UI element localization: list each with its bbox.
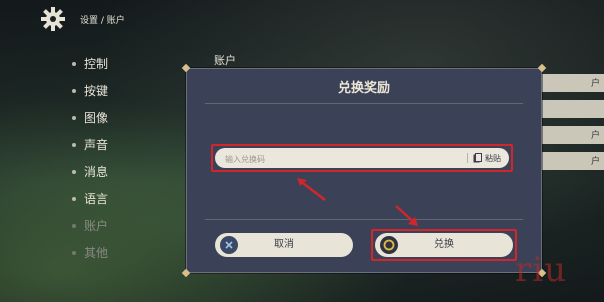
sidebar-item-messages[interactable]: 消息 bbox=[72, 158, 152, 185]
sidebar-item-language[interactable]: 语言 bbox=[72, 185, 152, 212]
bullet-icon bbox=[72, 196, 76, 201]
account-option-button[interactable]: 户 bbox=[538, 126, 604, 144]
bullet-icon bbox=[72, 250, 76, 255]
bullet-icon bbox=[72, 88, 76, 93]
sidebar-item-label: 消息 bbox=[84, 165, 109, 179]
sidebar-item-label: 控制 bbox=[84, 57, 109, 71]
bullet-icon bbox=[72, 142, 76, 147]
cancel-label: 取消 bbox=[274, 239, 294, 250]
button-highlight-box bbox=[371, 229, 517, 261]
header: 设置 / 账户 bbox=[40, 6, 125, 32]
bullet-icon bbox=[72, 115, 76, 120]
arrow-icon bbox=[297, 178, 326, 201]
sidebar-item-label: 其他 bbox=[84, 246, 109, 260]
account-option-button[interactable] bbox=[538, 100, 604, 118]
sidebar-item-audio[interactable]: 声音 bbox=[72, 131, 152, 158]
bullet-icon bbox=[72, 169, 76, 174]
sidebar-item-graphics[interactable]: 图像 bbox=[72, 104, 152, 131]
sidebar-item-label: 账户 bbox=[84, 219, 109, 233]
sidebar-item-keys[interactable]: 按键 bbox=[72, 77, 152, 104]
dialog-title: 兑换奖励 bbox=[337, 81, 390, 96]
divider bbox=[205, 103, 523, 104]
bullet-icon bbox=[72, 223, 76, 228]
breadcrumb: 设置 / 账户 bbox=[80, 15, 125, 26]
account-option-button[interactable]: 户 bbox=[538, 74, 604, 92]
divider bbox=[205, 219, 523, 220]
input-highlight-box bbox=[211, 144, 513, 172]
watermark: riu bbox=[515, 250, 568, 290]
arrow-icon bbox=[395, 205, 418, 226]
sidebar-item-label: 语言 bbox=[84, 192, 109, 206]
corner-ornament-icon bbox=[181, 63, 191, 73]
sidebar-item-label: 图像 bbox=[84, 111, 109, 125]
sidebar-item-account[interactable]: 账户 bbox=[72, 212, 152, 239]
cancel-button[interactable]: 取消 bbox=[215, 233, 353, 257]
section-title: 账户 bbox=[214, 54, 236, 67]
gear-icon bbox=[41, 7, 65, 31]
redeem-dialog: 兑换奖励 粘贴 取消 兑换 bbox=[186, 68, 542, 273]
account-option-button[interactable]: 户 bbox=[538, 152, 604, 170]
corner-ornament-icon bbox=[181, 268, 191, 278]
sidebar-item-other[interactable]: 其他 bbox=[72, 239, 152, 266]
sidebar-item-label: 按键 bbox=[84, 84, 109, 98]
bullet-icon bbox=[72, 61, 76, 66]
sidebar-item-controls[interactable]: 控制 bbox=[72, 50, 152, 77]
settings-sidebar: 控制 按键 图像 声音 消息 语言 账户 其他 bbox=[72, 50, 152, 266]
sidebar-item-label: 声音 bbox=[84, 138, 109, 152]
corner-ornament-icon bbox=[537, 63, 547, 73]
